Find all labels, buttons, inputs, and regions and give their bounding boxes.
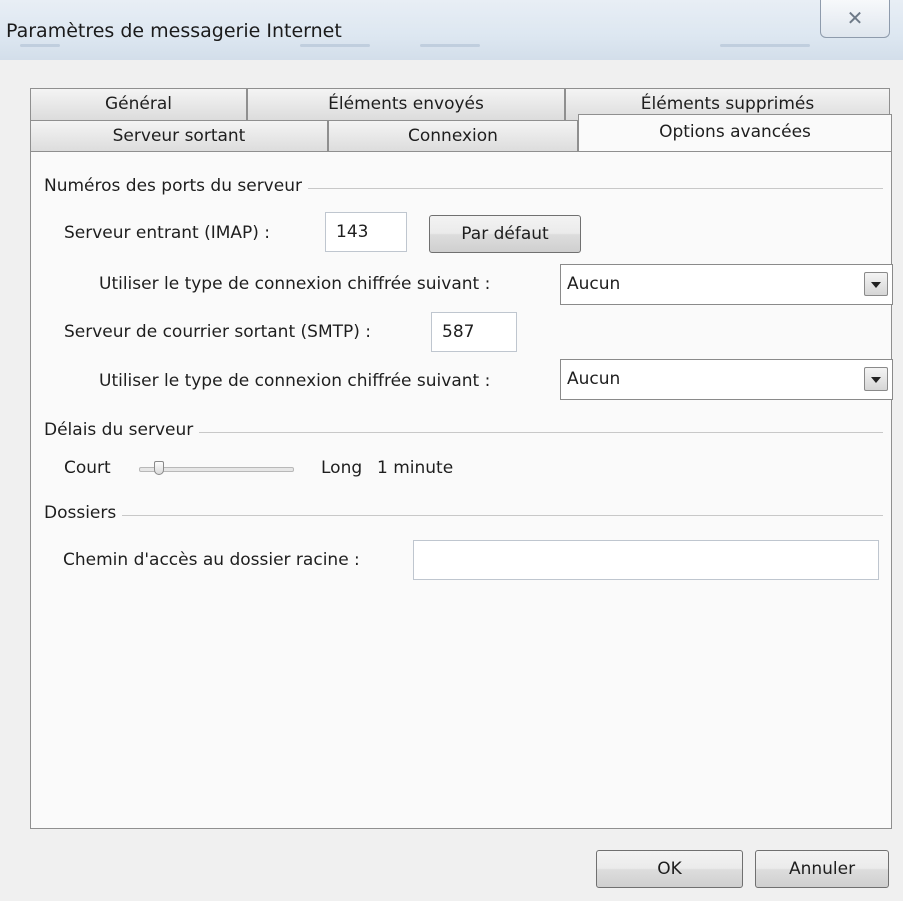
slider-max-label: Long [321, 458, 363, 478]
tab-general[interactable]: Général [30, 88, 247, 120]
root-path-input[interactable] [413, 540, 879, 580]
cancel-button[interactable]: Annuler [755, 850, 889, 888]
timeout-slider[interactable] [139, 460, 294, 478]
outgoing-port-label: Serveur de courrier sortant (SMTP) : [64, 322, 372, 342]
incoming-port-label: Serveur entrant (IMAP) : [64, 223, 271, 243]
tab-label: Connexion [408, 126, 498, 146]
close-button[interactable]: ✕ [820, 0, 890, 38]
group-divider [44, 515, 883, 516]
root-path-label: Chemin d'accès au dossier racine : [63, 550, 360, 570]
chevron-down-icon[interactable] [864, 272, 888, 296]
tab-label: Général [105, 94, 172, 114]
slider-thumb[interactable] [154, 461, 164, 475]
close-icon: ✕ [846, 6, 864, 30]
tab-label: Serveur sortant [112, 126, 246, 146]
tab-outgoing-server[interactable]: Serveur sortant [30, 120, 328, 152]
tab-label: Éléments envoyés [328, 94, 484, 114]
timeout-value: 1 minute [377, 458, 454, 478]
group-label: Numéros des ports du serveur [44, 176, 308, 196]
encryption-select-incoming[interactable]: Aucun [560, 264, 893, 305]
tab-label: Options avancées [659, 122, 811, 142]
title-bar[interactable]: Paramètres de messagerie Internet ✕ [0, 0, 903, 60]
slider-min-label: Court [64, 458, 111, 478]
tab-label: Éléments supprimés [640, 94, 815, 114]
tab-connection[interactable]: Connexion [328, 120, 578, 152]
window-title: Paramètres de messagerie Internet [6, 20, 342, 42]
select-value: Aucun [567, 274, 621, 294]
tab-panel: Numéros des ports du serveur Serveur ent… [30, 151, 893, 829]
timeouts-group: Délais du serveur [44, 420, 883, 442]
outgoing-port-input[interactable]: 587 [431, 312, 517, 352]
tab-sent-items[interactable]: Éléments envoyés [247, 88, 565, 120]
ok-button[interactable]: OK [596, 850, 743, 888]
ports-group: Numéros des ports du serveur [44, 176, 883, 198]
encryption-label-outgoing: Utiliser le type de connexion chiffrée s… [99, 371, 491, 391]
chevron-down-icon[interactable] [864, 367, 888, 391]
titlebar-glass-streak [20, 44, 60, 47]
group-label: Dossiers [44, 503, 123, 523]
dialog-window: Paramètres de messagerie Internet ✕ Géné… [0, 0, 903, 901]
folders-group: Dossiers [44, 503, 883, 525]
select-value: Aucun [567, 369, 621, 389]
encryption-select-outgoing[interactable]: Aucun [560, 359, 893, 400]
titlebar-glass-streak [420, 44, 480, 47]
titlebar-glass-streak [720, 44, 810, 47]
tab-advanced-options[interactable]: Options avancées [578, 114, 892, 151]
group-label: Délais du serveur [44, 420, 200, 440]
default-button[interactable]: Par défaut [429, 215, 581, 253]
titlebar-glass-streak [300, 44, 370, 47]
incoming-port-input[interactable]: 143 [325, 212, 407, 252]
encryption-label-incoming: Utiliser le type de connexion chiffrée s… [99, 274, 491, 294]
